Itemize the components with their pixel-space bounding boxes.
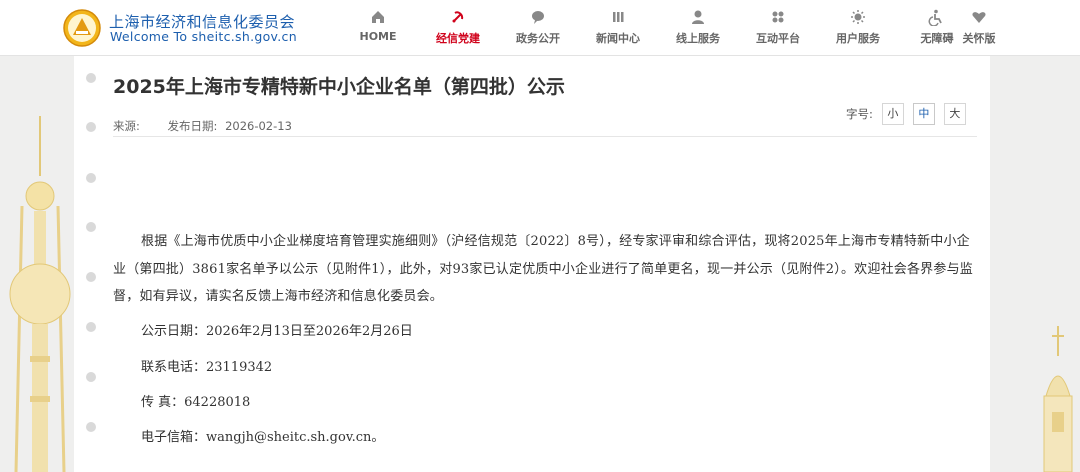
publicity-period: 公示日期：2026年2月13日至2026年2月26日 — [141, 324, 413, 339]
interaction-grid-icon — [772, 11, 784, 23]
nav-online-service-label: 线上服务 — [676, 32, 720, 45]
decorative-dot-column — [86, 0, 98, 472]
nav-news-center[interactable]: 新闻中心 — [578, 8, 658, 46]
decorative-dot — [86, 173, 96, 183]
decorative-dot — [86, 272, 96, 282]
nav-home-label: HOME — [359, 30, 397, 43]
nav-government-affairs-label: 政务公开 — [516, 32, 560, 45]
decorative-dot — [86, 222, 96, 232]
nav-party-building[interactable]: 经信党建 — [418, 8, 498, 46]
user-service-icon — [692, 10, 704, 24]
font-size-small-button[interactable]: 小 — [881, 103, 904, 125]
news-bars-icon — [613, 12, 624, 22]
source-label: 来源: — [113, 119, 140, 133]
contact-phone: 联系电话：23119342 — [141, 360, 273, 375]
decorative-dot — [86, 73, 96, 83]
oriental-pearl-tower-illustration — [0, 56, 74, 472]
title-divider — [113, 136, 977, 137]
publish-date-label: 发布日期: — [167, 119, 218, 133]
decorative-dot — [86, 322, 96, 332]
nav-care-version-label: 关怀版 — [962, 32, 996, 45]
decorative-dot — [86, 122, 96, 132]
font-size-switcher: 字号: 小 中 大 — [846, 103, 966, 125]
accessibility-icon — [928, 9, 942, 26]
font-size-medium-button[interactable]: 中 — [912, 103, 935, 125]
nav-interaction-platform[interactable]: 互动平台 — [738, 8, 818, 46]
article-meta: 来源: 发布日期: 2026-02-13 — [113, 118, 316, 134]
decorative-dot — [86, 422, 96, 432]
font-size-large-button[interactable]: 大 — [943, 103, 966, 125]
nav-interaction-platform-label: 互动平台 — [756, 32, 800, 45]
announcement-paragraph: 根据《上海市优质中小企业梯度培育管理实施细则》（沪经信规范〔2022〕8号），经… — [113, 234, 973, 304]
nav-home[interactable]: HOME — [338, 8, 418, 43]
nav-care-version[interactable]: 关怀版 — [946, 8, 1012, 46]
nav-online-service[interactable]: 线上服务 — [658, 8, 738, 46]
decorative-dot — [86, 372, 96, 382]
party-emblem-icon — [452, 11, 464, 23]
contact-email[interactable]: 电子信箱：wangjh@sheitc.sh.gov.cn。 — [141, 426, 384, 445]
contact-fax: 传 真：64228018 — [141, 395, 251, 410]
font-size-label: 字号: — [846, 107, 873, 121]
nav-party-building-label: 经信党建 — [436, 32, 480, 45]
home-icon — [372, 11, 384, 23]
nav-user-service[interactable]: 用户服务 — [818, 8, 898, 46]
care-heart-icon — [972, 12, 986, 23]
article-body: 根据《上海市优质中小企业梯度培育管理实施细则》（沪经信规范〔2022〕8号），经… — [113, 228, 979, 311]
article-title: 2025年上海市专精特新中小企业名单（第四批）公示 — [113, 76, 565, 98]
publish-date: 2026-02-13 — [225, 119, 292, 133]
sun-service-icon — [851, 10, 865, 24]
main-nav: HOME 经信党建 政务公开 新闻中心 线上服务 互动平台 用户服务 无障碍 关… — [0, 0, 1080, 56]
nav-news-center-label: 新闻中心 — [596, 32, 640, 45]
chat-bubble-icon — [532, 11, 544, 24]
nav-user-service-label: 用户服务 — [836, 32, 880, 45]
site-header: 上海市经济和信息化委员会 Welcome To sheitc.sh.gov.cn… — [0, 0, 1080, 56]
nav-government-affairs[interactable]: 政务公开 — [498, 8, 578, 46]
clock-tower-illustration — [990, 56, 1080, 472]
